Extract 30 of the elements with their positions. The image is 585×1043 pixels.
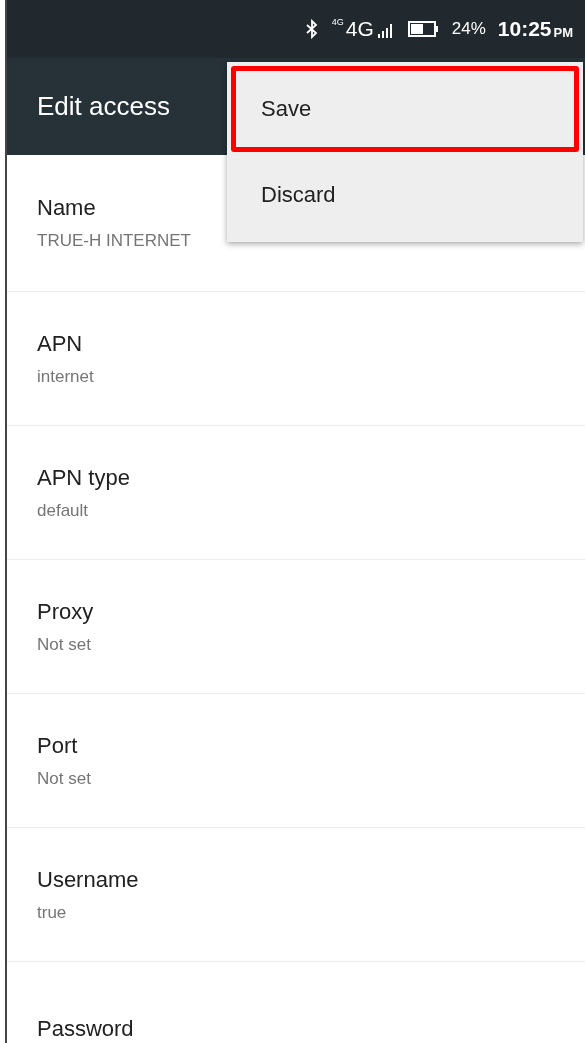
setting-value: true <box>37 902 68 923</box>
setting-value: Not set <box>37 634 92 655</box>
setting-label: Username <box>37 866 140 893</box>
setting-label: APN type <box>37 464 131 491</box>
bluetooth-icon <box>305 19 318 39</box>
setting-label: Port <box>37 732 79 759</box>
network-type-small: 4G <box>331 17 344 27</box>
setting-value: Not set <box>37 768 92 789</box>
setting-label: Proxy <box>37 598 95 625</box>
setting-label: APN <box>37 330 84 357</box>
toolbar-title: Edit access <box>37 91 170 122</box>
setting-value: internet <box>37 366 95 387</box>
setting-label: Password <box>37 1015 135 1042</box>
battery-icon <box>407 21 438 37</box>
battery-percent: 24% <box>451 19 486 39</box>
setting-label: Name <box>37 195 97 221</box>
menu-item[interactable]: Save <box>231 66 579 152</box>
network-type: 4G <box>345 17 374 41</box>
clock-period: PM <box>553 24 573 40</box>
settings-item[interactable]: APN type default <box>7 425 585 559</box>
signal-icon <box>377 24 394 38</box>
settings-item[interactable]: Proxy Not set <box>7 559 585 693</box>
settings-item[interactable]: APN internet <box>7 291 585 425</box>
settings-item[interactable]: Username true <box>7 827 585 961</box>
settings-item[interactable]: Password <box>7 961 585 1043</box>
clock-time: 10:25 <box>497 17 552 41</box>
setting-value: default <box>37 500 90 521</box>
settings-item[interactable]: Port Not set <box>7 693 585 827</box>
menu-item[interactable]: Discard <box>231 152 579 238</box>
setting-value: TRUE-H INTERNET <box>37 231 192 251</box>
